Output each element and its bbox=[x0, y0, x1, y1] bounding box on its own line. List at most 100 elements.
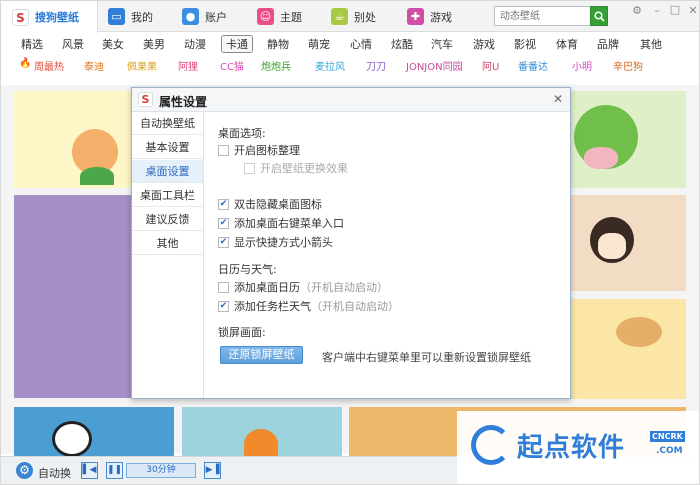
theme-icon: ☺ bbox=[257, 8, 274, 25]
pause-button[interactable]: ❚❚ bbox=[106, 462, 123, 479]
dblclick-hide-checkbox[interactable]: ✔ bbox=[218, 198, 229, 210]
dblclick-hide-option[interactable]: ✔ 双击隐藏桌面图标 bbox=[218, 196, 322, 212]
category-item[interactable]: 萌宠 bbox=[308, 36, 330, 52]
character-bar: 🔥 周最热 泰迪 佩果果 阿狸 CC猫 炮炮兵 麦拉风 刀刀 JONJON同园 … bbox=[1, 56, 699, 76]
watermark-domain: .COM bbox=[656, 446, 683, 456]
watermark-badge: CNCRK bbox=[650, 431, 685, 442]
sidebar-item-basic-settings[interactable]: 基本设置 bbox=[132, 136, 203, 159]
tab-elsewhere[interactable]: ☕ 别处 bbox=[331, 1, 376, 32]
category-item-selected[interactable]: 卡通 bbox=[221, 35, 253, 53]
category-item[interactable]: 风景 bbox=[62, 36, 84, 52]
wallpaper-effect-option: 开启壁纸更换效果 bbox=[244, 160, 348, 176]
weather-option[interactable]: ✔ 添加任务栏天气 （开机自动启动） bbox=[218, 298, 399, 314]
calendar-hint: （开机自动启动） bbox=[300, 281, 388, 294]
category-item[interactable]: 美男 bbox=[143, 36, 165, 52]
tab-label: 游戏 bbox=[430, 10, 452, 24]
search-icon bbox=[593, 10, 605, 22]
category-bar: 精选 风景 美女 美男 动漫 卡通 静物 萌宠 心情 炫酷 汽车 游戏 影视 体… bbox=[1, 33, 699, 53]
reset-lock-screen-button[interactable]: 还原锁屏壁纸 bbox=[220, 346, 303, 364]
next-wallpaper-button[interactable]: ▶▐ bbox=[204, 462, 221, 479]
character-item[interactable]: 阿U bbox=[482, 58, 499, 73]
category-item[interactable]: 其他 bbox=[640, 36, 662, 52]
previous-wallpaper-button[interactable]: ▌◀ bbox=[81, 462, 98, 479]
close-window-button[interactable]: ✕ bbox=[685, 3, 699, 19]
character-item[interactable]: 阿狸 bbox=[178, 58, 198, 73]
lock-screen-title: 锁屏画面: bbox=[218, 326, 266, 339]
character-item[interactable]: 番番达 bbox=[518, 58, 548, 73]
sidebar-item-desktop-settings[interactable]: 桌面设置 bbox=[132, 160, 203, 183]
hot-flame-icon: 🔥 bbox=[19, 58, 32, 69]
monitor-icon: ▭ bbox=[108, 8, 125, 25]
dialog-title-bar: S 属性设置 ✕ bbox=[132, 88, 570, 112]
category-item[interactable]: 体育 bbox=[556, 36, 578, 52]
category-item[interactable]: 静物 bbox=[267, 36, 289, 52]
character-item[interactable]: JONJON同园 bbox=[406, 58, 463, 73]
category-item[interactable]: 影视 bbox=[514, 36, 536, 52]
dialog-title: 属性设置 bbox=[159, 95, 208, 109]
search-button[interactable] bbox=[590, 6, 608, 26]
context-menu-checkbox[interactable]: ✔ bbox=[218, 217, 229, 229]
wallpaper-thumbnail[interactable] bbox=[14, 407, 174, 457]
top-nav-bar: S 搜狗壁纸 ▭ 我的 ● 账户 ☺ 主题 ☕ 别处 ✚ 游戏 动态壁纸 ⚙ –… bbox=[1, 1, 699, 33]
pig-character-image bbox=[584, 147, 618, 169]
tab-sogou-wallpaper[interactable]: S 搜狗壁纸 bbox=[1, 1, 98, 33]
dblclick-hide-label: 双击隐藏桌面图标 bbox=[234, 198, 322, 211]
category-item[interactable]: 品牌 bbox=[597, 36, 619, 52]
category-item[interactable]: 美女 bbox=[102, 36, 124, 52]
sidebar-item-feedback[interactable]: 建议反馈 bbox=[132, 208, 203, 231]
settings-gear-icon[interactable]: ⚙ bbox=[629, 3, 645, 19]
sidebar-item-desktop-toolbar[interactable]: 桌面工具栏 bbox=[132, 184, 203, 207]
weather-checkbox[interactable]: ✔ bbox=[218, 300, 229, 312]
wallpaper-thumbnail[interactable] bbox=[570, 195, 686, 291]
character-item[interactable]: 小明 bbox=[572, 58, 592, 73]
watermark-text: 起点软件 bbox=[517, 433, 626, 463]
wallpaper-effect-label: 开启壁纸更换效果 bbox=[260, 162, 348, 175]
logo-image bbox=[616, 317, 662, 347]
character-item[interactable]: 泰迪 bbox=[84, 58, 104, 73]
tab-account[interactable]: ● 账户 bbox=[182, 1, 227, 32]
category-item[interactable]: 汽车 bbox=[431, 36, 453, 52]
cartoon-image bbox=[244, 429, 278, 457]
category-item[interactable]: 炫酷 bbox=[391, 36, 413, 52]
gamepad-icon: ✚ bbox=[407, 8, 424, 25]
character-item[interactable]: 炮炮兵 bbox=[261, 58, 291, 73]
wallpaper-thumbnail[interactable] bbox=[182, 407, 342, 457]
icon-arrange-option[interactable]: 开启图标整理 bbox=[218, 142, 300, 158]
dialog-body: 桌面选项: 开启图标整理 开启壁纸更换效果 ✔ 双击隐藏桌面图标 ✔ 添加桌面右… bbox=[205, 112, 570, 398]
wallpaper-thumbnail[interactable] bbox=[570, 299, 686, 399]
character-item[interactable]: 佩果果 bbox=[127, 58, 157, 73]
sidebar-item-auto-wallpaper[interactable]: 自动换壁纸 bbox=[132, 112, 203, 135]
tab-mine[interactable]: ▭ 我的 bbox=[108, 1, 153, 32]
category-item[interactable]: 动漫 bbox=[184, 36, 206, 52]
dialog-sidebar: 自动换壁纸 基本设置 桌面设置 桌面工具栏 建议反馈 其他 bbox=[132, 112, 204, 398]
shortcut-arrow-checkbox[interactable]: ✔ bbox=[218, 236, 229, 248]
character-item[interactable]: 周最热 bbox=[34, 58, 64, 73]
user-icon: ● bbox=[182, 8, 199, 25]
dialog-close-icon[interactable]: ✕ bbox=[553, 92, 563, 106]
category-item[interactable]: 精选 bbox=[21, 36, 43, 52]
character-item[interactable]: 麦拉风 bbox=[315, 58, 345, 73]
category-item[interactable]: 心情 bbox=[350, 36, 372, 52]
icon-arrange-checkbox[interactable] bbox=[218, 144, 229, 156]
tab-games[interactable]: ✚ 游戏 bbox=[407, 1, 452, 32]
coffee-icon: ☕ bbox=[331, 8, 348, 25]
character-item[interactable]: 辛巴狗 bbox=[613, 58, 643, 73]
character-item[interactable]: CC猫 bbox=[220, 58, 244, 73]
calendar-label: 添加桌面日历 bbox=[234, 281, 300, 294]
calendar-option[interactable]: 添加桌面日历 （开机自动启动） bbox=[218, 279, 388, 295]
auto-switch-gear-icon[interactable]: ⚙ bbox=[16, 462, 33, 479]
tab-label: 我的 bbox=[131, 10, 153, 24]
context-menu-option[interactable]: ✔ 添加桌面右键菜单入口 bbox=[218, 215, 344, 231]
wallpaper-thumbnail[interactable] bbox=[570, 91, 686, 188]
shortcut-arrow-label: 显示快捷方式小箭头 bbox=[234, 236, 333, 249]
interval-selector[interactable]: 30分钟 bbox=[126, 463, 196, 478]
character-item[interactable]: 刀刀 bbox=[366, 58, 386, 73]
shortcut-arrow-option[interactable]: ✔ 显示快捷方式小箭头 bbox=[218, 234, 333, 250]
sidebar-item-other[interactable]: 其他 bbox=[132, 232, 203, 255]
tab-theme[interactable]: ☺ 主题 bbox=[257, 1, 302, 32]
maximize-button[interactable]: □ bbox=[667, 2, 683, 18]
wallpaper-effect-checkbox bbox=[244, 162, 255, 174]
calendar-checkbox[interactable] bbox=[218, 281, 229, 293]
minimize-button[interactable]: – bbox=[649, 3, 665, 19]
category-item[interactable]: 游戏 bbox=[473, 36, 495, 52]
